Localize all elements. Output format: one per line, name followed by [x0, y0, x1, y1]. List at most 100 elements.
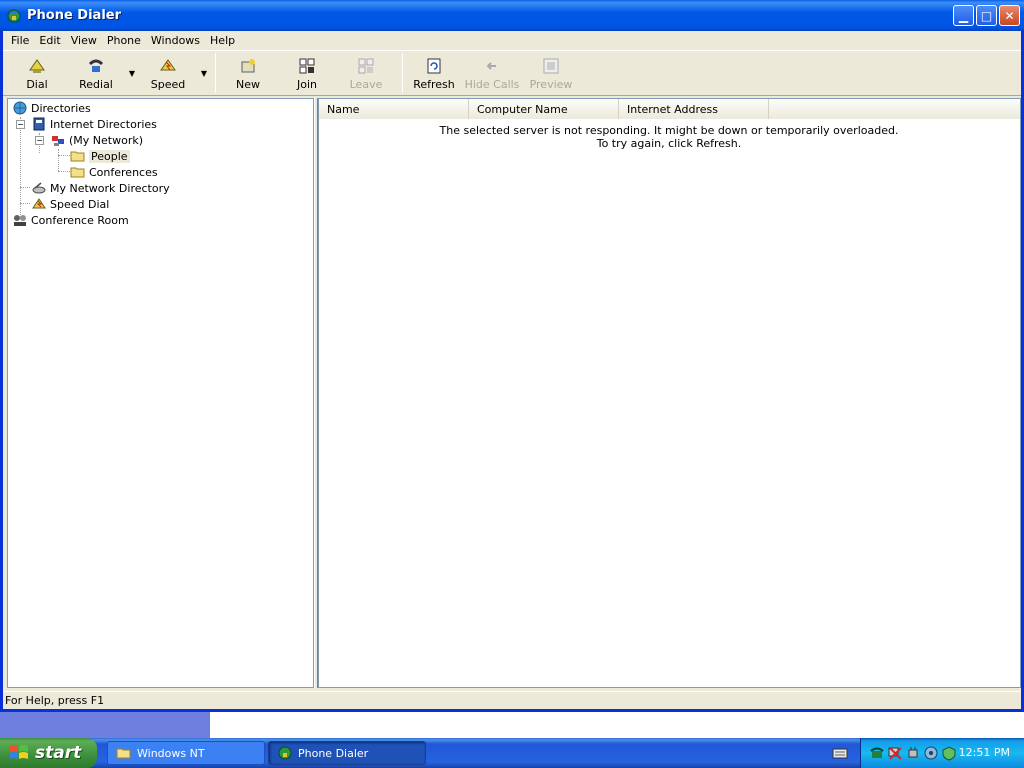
- column-header-name[interactable]: Name: [319, 99, 469, 119]
- tree-item-internet-directories[interactable]: Internet Directories: [31, 116, 157, 132]
- security-alert-icon[interactable]: [941, 745, 957, 761]
- tree-item-conference-room[interactable]: Conference Room: [12, 212, 129, 228]
- network-connections-icon[interactable]: [923, 745, 939, 761]
- close-icon: ✕: [1004, 8, 1015, 23]
- task-label-windows-nt: Windows NT: [137, 746, 205, 760]
- taskbar-item-phone-dialer[interactable]: Phone Dialer: [268, 741, 426, 765]
- leave-icon: [358, 58, 374, 73]
- column-header-internet-address[interactable]: Internet Address: [619, 99, 769, 119]
- network-disconnected-icon[interactable]: [887, 745, 903, 761]
- network-directory-icon: [32, 182, 46, 194]
- chevron-down-icon: ▼: [128, 68, 136, 78]
- close-button[interactable]: ✕: [999, 5, 1020, 26]
- tree-item-people[interactable]: People: [70, 148, 130, 164]
- preview-icon: [543, 58, 559, 73]
- collapse-my-network[interactable]: −: [35, 136, 44, 145]
- directory-tree[interactable]: Directories − Internet Directories − (My…: [7, 98, 314, 688]
- dial-label: Dial: [26, 77, 48, 91]
- dial-button[interactable]: Dial: [9, 52, 65, 94]
- task-label-phone-dialer: Phone Dialer: [298, 746, 369, 760]
- menu-file[interactable]: File: [6, 34, 34, 47]
- speed-dial-icon: [160, 58, 176, 70]
- phone-dialer-app-icon: [278, 746, 292, 760]
- new-conference-icon: [241, 58, 255, 72]
- phone-dialer-window: Phone Dialer ▁ □ ✕ File Edit View Phone …: [0, 0, 1024, 712]
- keyboard-icon[interactable]: [832, 745, 848, 761]
- status-bar: For Help, press F1: [3, 691, 1021, 709]
- speed-dropdown-arrow[interactable]: ▼: [199, 52, 209, 94]
- new-button[interactable]: New: [222, 52, 274, 94]
- windows-logo-icon: [10, 745, 28, 759]
- join-icon: [299, 58, 315, 73]
- server-error-message: The selected server is not responding. I…: [319, 124, 1019, 150]
- clock[interactable]: 12:51 PM: [959, 746, 1010, 759]
- dial-icon: [29, 58, 45, 73]
- tree-label-conference-room: Conference Room: [31, 213, 129, 227]
- tree-item-my-network[interactable]: (My Network): [50, 132, 143, 148]
- menu-view[interactable]: View: [66, 34, 102, 47]
- conference-room-icon: [14, 215, 26, 226]
- redial-icon: [88, 59, 104, 72]
- collapse-internet-directories[interactable]: −: [16, 120, 25, 129]
- tree-label-conferences: Conferences: [89, 165, 158, 179]
- minimize-icon: ▁: [958, 8, 969, 23]
- speed-button[interactable]: Speed: [137, 52, 199, 94]
- maximize-button[interactable]: □: [976, 5, 997, 26]
- menu-edit[interactable]: Edit: [34, 34, 65, 47]
- background-strip: [0, 712, 210, 738]
- phone-dialer-app-icon: [7, 9, 21, 22]
- join-button[interactable]: Join: [274, 52, 340, 94]
- chevron-down-icon: ▼: [200, 68, 208, 78]
- results-list[interactable]: Name Computer Name Internet Address The …: [318, 98, 1021, 688]
- column-header-filler: [769, 99, 1020, 119]
- tree-label-internet-directories: Internet Directories: [50, 117, 157, 131]
- start-label: start: [35, 743, 82, 763]
- refresh-label: Refresh: [413, 77, 455, 91]
- folder-icon: [116, 748, 131, 759]
- tree-item-my-network-directory[interactable]: My Network Directory: [31, 180, 170, 196]
- menu-bar: File Edit View Phone Windows Help: [3, 31, 1021, 49]
- tree-label-speed-dial: Speed Dial: [50, 197, 110, 211]
- join-label: Join: [296, 77, 317, 91]
- plug-icon[interactable]: [905, 745, 921, 761]
- tree-item-conferences[interactable]: Conferences: [70, 164, 158, 180]
- redial-label: Redial: [79, 77, 113, 91]
- message-line-1: The selected server is not responding. I…: [439, 124, 899, 137]
- tree-label-my-network-directory: My Network Directory: [50, 181, 170, 195]
- speed-dial-icon: [32, 198, 46, 209]
- tree-item-directories[interactable]: Directories: [12, 100, 91, 116]
- message-line-2: To try again, click Refresh.: [596, 137, 742, 150]
- new-label: New: [236, 77, 260, 91]
- network-icon: [52, 136, 64, 146]
- phone-tray-icon[interactable]: [869, 745, 885, 761]
- tree-item-speed-dial[interactable]: Speed Dial: [31, 196, 109, 212]
- menu-phone[interactable]: Phone: [102, 34, 146, 47]
- hide-calls-icon: [486, 61, 496, 70]
- column-headers: Name Computer Name Internet Address: [319, 99, 1020, 119]
- status-text: For Help, press F1: [5, 694, 105, 707]
- globe-icon: [13, 101, 27, 115]
- toolbar: Dial Redial ▼ Speed ▼ New Join Leave Ref…: [3, 50, 1021, 96]
- leave-button[interactable]: Leave: [340, 52, 392, 94]
- preview-label: Preview: [529, 77, 573, 91]
- menu-windows[interactable]: Windows: [146, 34, 205, 47]
- system-tray: 12:51 PM: [860, 738, 1024, 768]
- refresh-button[interactable]: Refresh: [409, 52, 459, 94]
- leave-label: Leave: [349, 77, 383, 91]
- hide-calls-button[interactable]: Hide Calls: [459, 52, 525, 94]
- minimize-button[interactable]: ▁: [953, 5, 974, 26]
- toolbar-separator: [215, 53, 216, 93]
- toolbar-separator: [402, 53, 403, 93]
- taskbar-item-windows-nt[interactable]: Windows NT: [107, 741, 265, 765]
- taskbar: start Windows NT Phone Dialer 12:51 PM: [0, 738, 1024, 768]
- preview-button[interactable]: Preview: [525, 52, 577, 94]
- redial-dropdown-arrow[interactable]: ▼: [127, 52, 137, 94]
- folder-icon: [70, 167, 85, 178]
- menu-help[interactable]: Help: [205, 34, 240, 47]
- title-bar[interactable]: Phone Dialer ▁ □ ✕: [0, 0, 1024, 31]
- tree-label-my-network: (My Network): [69, 133, 144, 147]
- redial-button[interactable]: Redial: [65, 52, 127, 94]
- column-header-computer-name[interactable]: Computer Name: [469, 99, 619, 119]
- start-button[interactable]: start: [0, 738, 97, 768]
- hide-calls-label: Hide Calls: [464, 77, 520, 91]
